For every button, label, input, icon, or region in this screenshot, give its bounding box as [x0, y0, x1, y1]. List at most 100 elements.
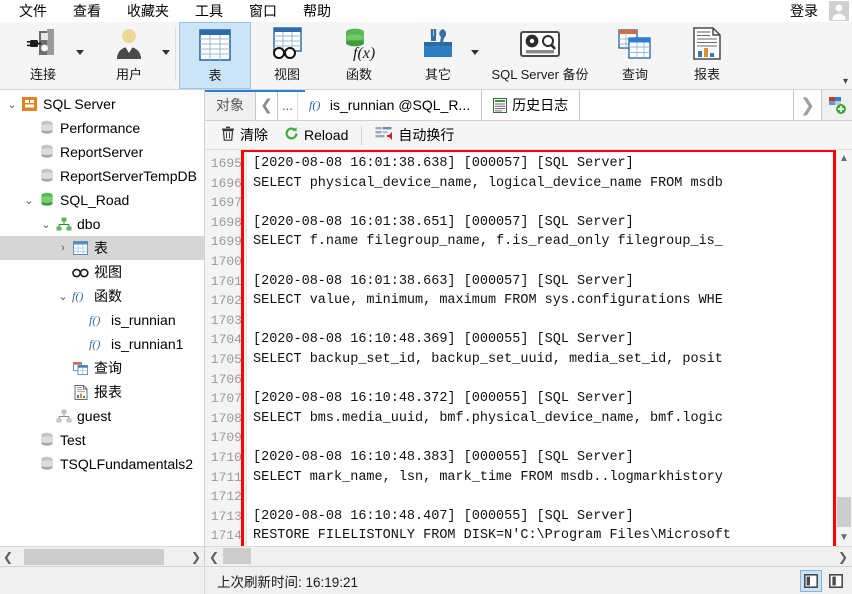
chevron-down-icon[interactable]: [162, 50, 170, 55]
log-horizontal-scrollbar[interactable]: ❮ ❯: [205, 546, 852, 566]
menu-help[interactable]: 帮助: [290, 0, 344, 22]
tree-scroll-thumb[interactable]: [24, 548, 164, 565]
login-link[interactable]: 登录: [782, 1, 826, 21]
tree-node-sql-server[interactable]: ⌄ SQL Server: [0, 92, 204, 116]
menu-tools[interactable]: 工具: [182, 0, 236, 22]
toolbar-separator: [361, 125, 363, 145]
ribbon-other[interactable]: 其它: [395, 22, 481, 89]
table-small-icon: [71, 241, 90, 255]
tree-node-performance[interactable]: Performance: [0, 116, 204, 140]
user-avatar-icon[interactable]: [826, 0, 852, 22]
tree-node-guest[interactable]: guest: [0, 404, 204, 428]
backup-tape-icon: [519, 25, 561, 63]
tree-node-views[interactable]: 视图: [0, 260, 204, 284]
auto-wrap-label: 自动换行: [398, 127, 455, 143]
svg-text:f(): f(): [72, 289, 83, 303]
ribbon-item-label: 报表: [693, 67, 720, 82]
svg-text:f(): f(): [89, 337, 100, 351]
log-vertical-scrollbar[interactable]: ▲ ▼: [835, 150, 852, 546]
tree-node-label: SQL_Road: [60, 192, 130, 208]
ribbon-report[interactable]: 报表: [671, 22, 743, 89]
scroll-up-icon[interactable]: ▲: [836, 150, 852, 167]
tree-node-tsqlfundamentals2[interactable]: TSQLFundamentals2: [0, 452, 204, 476]
panel-right-toggle-icon[interactable]: [825, 570, 847, 592]
log-toolbar: 清除 Reload 自动换行: [205, 121, 852, 150]
menu-favorites[interactable]: 收藏夹: [114, 0, 182, 22]
chevron-down-icon[interactable]: [471, 50, 479, 55]
reload-label: Reload: [304, 127, 349, 143]
tree-twisty-icon[interactable]: ⌄: [21, 194, 37, 207]
database-green-icon: [37, 192, 56, 208]
ribbon-view[interactable]: 视图: [251, 22, 323, 89]
tree-node-label: dbo: [77, 216, 101, 232]
tree-node-label: Performance: [60, 120, 141, 136]
ribbon-query[interactable]: 查询: [599, 22, 671, 89]
database-icon: [37, 168, 56, 184]
auto-wrap-button[interactable]: 自动换行: [367, 124, 462, 147]
database-icon: [37, 120, 56, 136]
svg-text:f(): f(): [309, 98, 320, 112]
ribbon-user[interactable]: 用户: [86, 22, 172, 89]
ribbon-function[interactable]: f(x) 函数: [323, 22, 395, 89]
fx-icon: f(): [71, 289, 90, 303]
tools-other-icon: [420, 25, 456, 63]
tree-twisty-icon[interactable]: ⌄: [55, 290, 71, 303]
tree-twisty-icon[interactable]: ›: [55, 242, 71, 254]
reload-button[interactable]: Reload: [276, 124, 356, 147]
ribbon-connect[interactable]: 连接: [0, 22, 86, 89]
database-icon: [37, 144, 56, 160]
tree-node-sql-road[interactable]: ⌄ SQL_Road: [0, 188, 204, 212]
ribbon-sqlserver-backup[interactable]: SQL Server 备份: [481, 22, 599, 89]
menu-bar: 文件 查看 收藏夹 工具 窗口 帮助 登录: [0, 0, 852, 22]
database-icon: [37, 456, 56, 472]
ribbon-items: 连接 用户 表 视图 f(x) 函数 其它 SQL Server 备份 查询 报表: [0, 22, 743, 89]
scroll-right-icon[interactable]: ❯: [188, 548, 204, 566]
clear-button[interactable]: 清除: [213, 124, 276, 147]
log-text-content[interactable]: [2020-08-08 16:01:38.638] [000057] [SQL …: [247, 150, 835, 546]
log-hscroll-track[interactable]: [223, 547, 834, 566]
log-scroll-thumb[interactable]: [837, 497, 851, 527]
tab-is-runnian[interactable]: f() is_runnian @SQL_R...: [297, 90, 483, 120]
menu-window[interactable]: 窗口: [236, 0, 290, 22]
tree-node-is-runnian[interactable]: f() is_runnian: [0, 308, 204, 332]
status-refresh-text: 上次刷新时间: 16:19:21: [217, 574, 359, 590]
tree-horizontal-scrollbar[interactable]: ❮ ❯: [0, 546, 204, 566]
ribbon-item-label: 函数: [345, 67, 372, 82]
tab-overflow-ellipsis[interactable]: ...: [278, 90, 298, 120]
tab-history-log[interactable]: 历史日志: [482, 90, 581, 120]
application-window: 文件 查看 收藏夹 工具 窗口 帮助 登录 连接 用户表视图 f(x) 函数 其它 SQL Serv…: [0, 0, 852, 594]
menu-file[interactable]: 文件: [6, 0, 60, 22]
log-scroll-track[interactable]: [836, 167, 852, 529]
tree-node-reportserver[interactable]: ReportServer: [0, 140, 204, 164]
tree-node-reports[interactable]: 报表: [0, 380, 204, 404]
tree-node-queries[interactable]: 查询: [0, 356, 204, 380]
tab-scroll-prev-icon[interactable]: ❮: [256, 90, 278, 120]
tree-node-reportservertempdb[interactable]: ReportServerTempDB: [0, 164, 204, 188]
tree-scroll-track[interactable]: [16, 547, 188, 566]
tab-scroll-next-icon[interactable]: ❯: [794, 90, 822, 120]
chevron-down-icon[interactable]: [76, 50, 84, 55]
log-scroll-right-icon[interactable]: ❯: [834, 547, 852, 566]
scroll-left-icon[interactable]: ❮: [0, 548, 16, 566]
scroll-down-icon[interactable]: ▼: [836, 529, 852, 546]
add-tab-icon[interactable]: [822, 90, 852, 120]
panel-left-toggle-icon[interactable]: [800, 569, 822, 592]
tree-node-tables[interactable]: › 表: [0, 236, 204, 260]
tree-node-is-runnian1[interactable]: f() is_runnian1: [0, 332, 204, 356]
tree-node-label: 表: [94, 240, 108, 256]
tree-node-functions[interactable]: ⌄ f() 函数: [0, 284, 204, 308]
tree-node-dbo[interactable]: ⌄ dbo: [0, 212, 204, 236]
log-scroll-left-icon[interactable]: ❮: [205, 547, 223, 566]
tree-node-test[interactable]: Test: [0, 428, 204, 452]
main-body: ⌄ SQL Server Performance ReportServer Report…: [0, 90, 852, 566]
ribbon-overflow-icon[interactable]: ▾: [843, 76, 848, 87]
tree-twisty-icon[interactable]: ⌄: [38, 218, 54, 231]
menu-view[interactable]: 查看: [60, 0, 114, 22]
tree-twisty-icon[interactable]: ⌄: [4, 98, 20, 111]
log-hscroll-thumb[interactable]: [223, 548, 251, 564]
function-icon: f(x): [342, 25, 376, 63]
ribbon-separator: [175, 28, 176, 81]
ribbon-table[interactable]: 表: [179, 22, 251, 89]
tab-object[interactable]: 对象: [205, 90, 256, 120]
tree-node-label: 报表: [94, 384, 122, 400]
